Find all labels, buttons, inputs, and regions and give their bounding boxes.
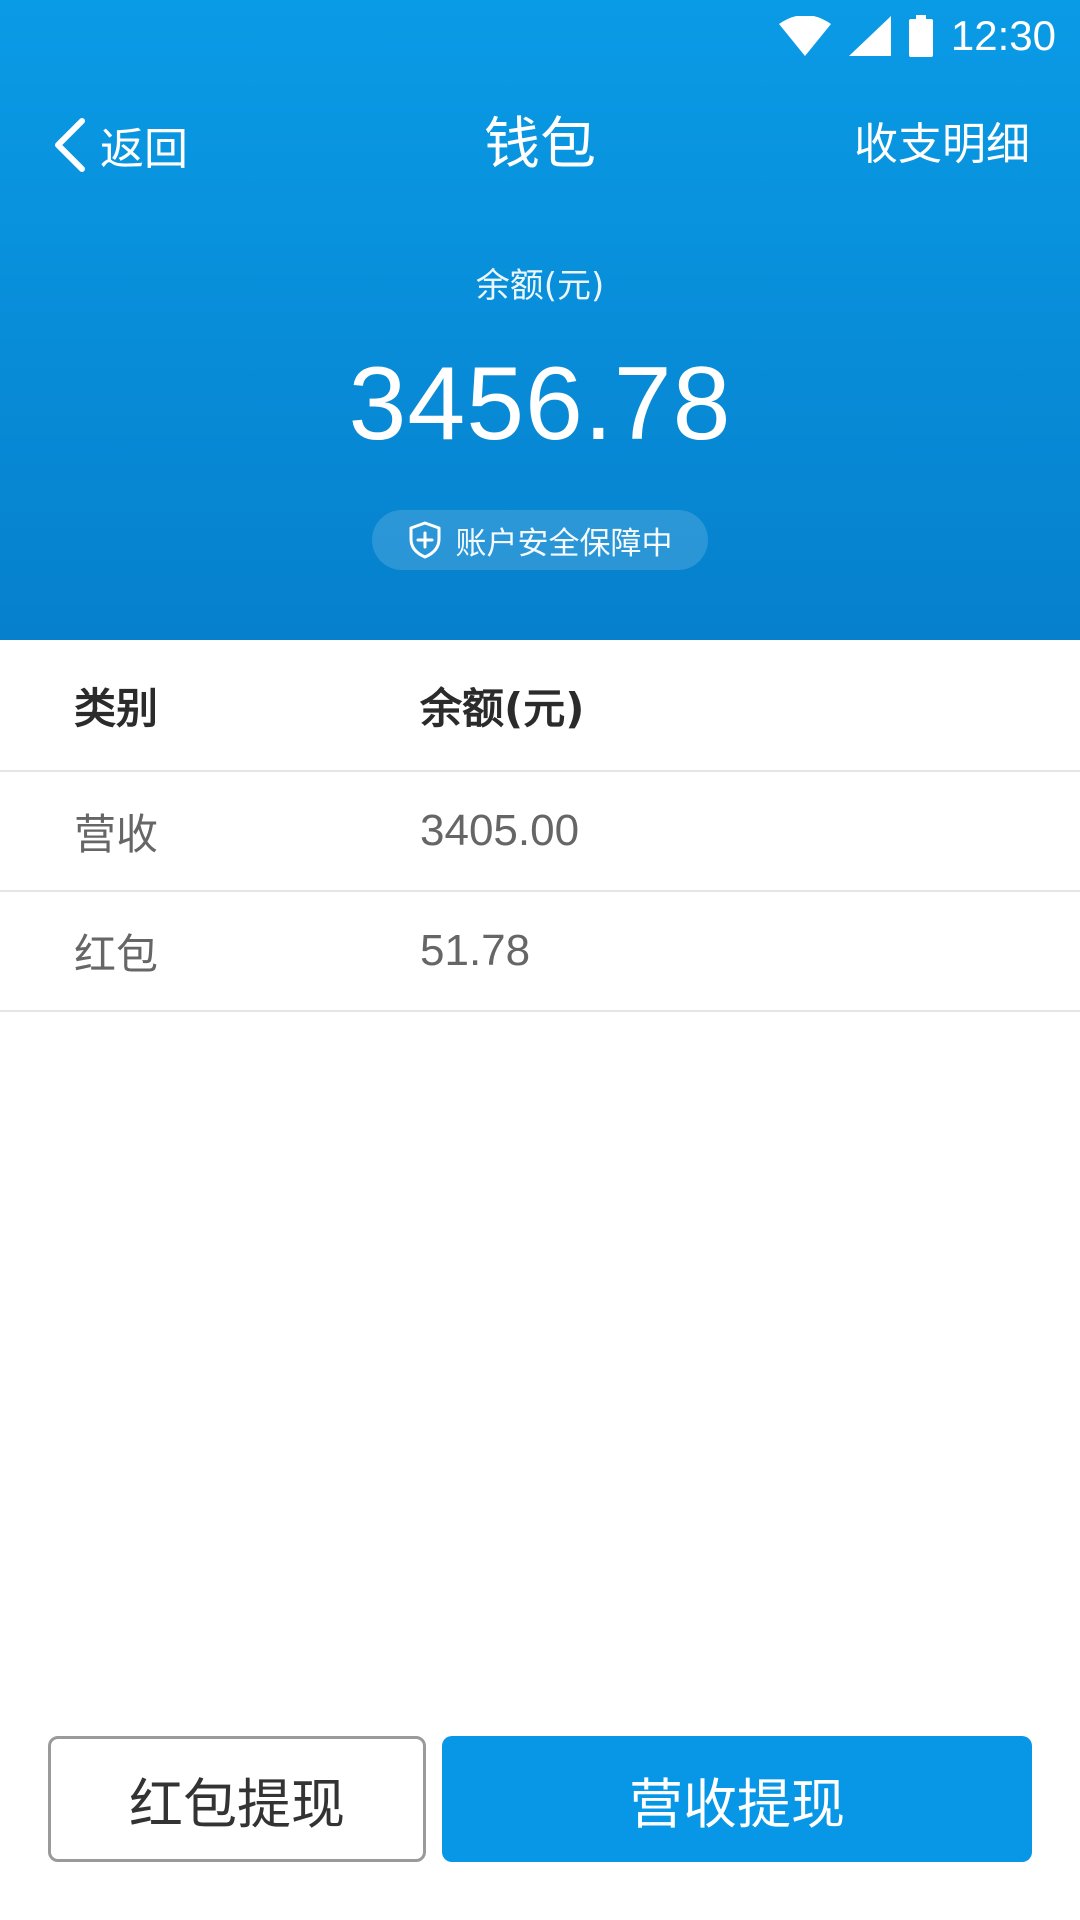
status-icons: 12:30 (778, 12, 1056, 59)
back-button[interactable]: 返回 (50, 112, 188, 178)
row-category: 红包 (74, 929, 159, 979)
column-header-balance: 余额(元) (420, 683, 585, 733)
wallet-header: 12:30 返回 钱包 收支明细 余额(元) 3456.78 账户安全保障中 (0, 0, 1080, 640)
table-header-row: 类别 余额(元) (0, 640, 1080, 772)
wifi-icon (778, 16, 831, 56)
balance-amount: 3456.78 (348, 346, 732, 462)
revenue-withdraw-button[interactable]: 营收提现 (442, 1736, 1032, 1862)
battery-icon (908, 15, 933, 57)
table-row: 红包 51.78 (0, 892, 1080, 1012)
back-label: 返回 (100, 124, 188, 175)
row-category: 营收 (74, 809, 159, 859)
redpacket-withdraw-button[interactable]: 红包提现 (48, 1736, 426, 1862)
status-time: 12:30 (950, 12, 1056, 59)
column-header-category: 类别 (74, 683, 159, 733)
row-amount: 3405.00 (420, 806, 580, 855)
signal-icon (848, 16, 891, 56)
shield-icon (409, 521, 440, 559)
status-bar: 12:30 (0, 0, 1080, 72)
balance-breakdown-table: 类别 余额(元) 营收 3405.00 红包 51.78 (0, 640, 1080, 1012)
safety-text: 账户安全保障中 (455, 525, 673, 562)
balance-label: 余额(元) (475, 266, 605, 306)
row-amount: 51.78 (420, 926, 531, 975)
account-safety-badge: 账户安全保障中 (372, 510, 708, 570)
table-row: 营收 3405.00 (0, 772, 1080, 892)
transaction-details-link[interactable]: 收支明细 (854, 100, 1030, 190)
nav-bar: 返回 钱包 收支明细 (0, 100, 1080, 190)
chevron-left-icon (55, 118, 85, 172)
